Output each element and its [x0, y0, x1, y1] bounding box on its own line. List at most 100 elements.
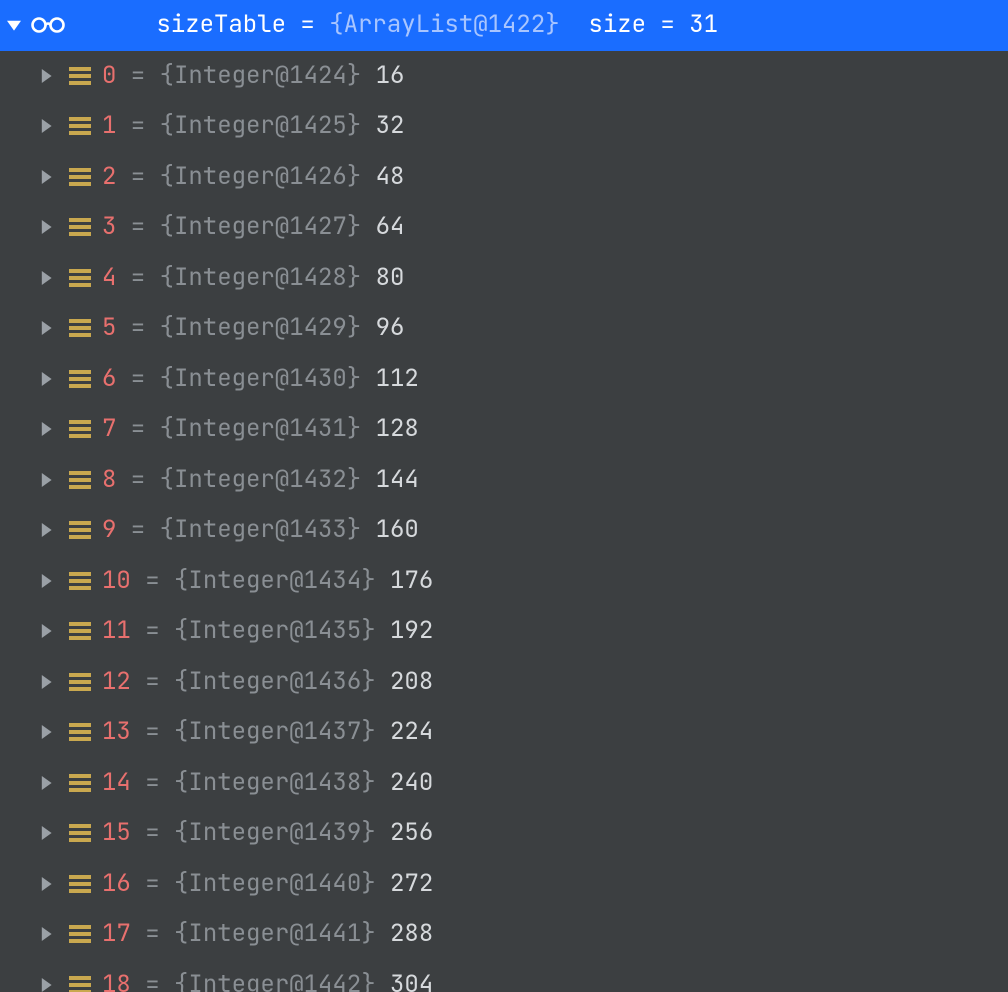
- equals-sign: =: [131, 969, 174, 992]
- list-item[interactable]: 11 = {Integer@1435} 192: [0, 606, 1008, 657]
- list-item[interactable]: 1 = {Integer@1425} 32: [0, 101, 1008, 152]
- variable-name: sizeTable = {ArrayList@1422} size = 31: [70, 0, 718, 61]
- element-type: {Integer@1435}: [174, 615, 376, 646]
- element-type: {Integer@1441}: [174, 918, 376, 949]
- list-item[interactable]: 13 = {Integer@1437} 224: [0, 707, 1008, 758]
- expand-toggle-icon[interactable]: [32, 523, 60, 537]
- element-index: 2: [102, 161, 116, 192]
- list-element-icon: [60, 269, 100, 287]
- element-type: {Integer@1431}: [160, 413, 362, 444]
- element-index: 17: [102, 918, 131, 949]
- equals-sign: =: [116, 464, 159, 495]
- expand-toggle-icon[interactable]: [32, 776, 60, 790]
- element-index: 9: [102, 514, 116, 545]
- expand-toggle-icon[interactable]: [32, 978, 60, 992]
- variable-value-text: 10 = {Integer@1434} 176: [102, 569, 433, 593]
- list-element-icon: [60, 723, 100, 741]
- list-element-icon: [60, 117, 100, 135]
- expand-toggle-icon[interactable]: [32, 119, 60, 133]
- glasses-icon: [28, 16, 68, 34]
- equals-sign: =: [116, 211, 159, 242]
- element-value: 80: [376, 262, 405, 293]
- list-element-icon: [60, 370, 100, 388]
- expand-toggle-icon[interactable]: [32, 725, 60, 739]
- list-element-icon: [60, 521, 100, 539]
- element-value: 48: [376, 161, 405, 192]
- expand-toggle-icon[interactable]: [32, 927, 60, 941]
- expand-toggle-icon[interactable]: [32, 69, 60, 83]
- variable-value-text: 0 = {Integer@1424} 16: [102, 64, 404, 88]
- element-type: {Integer@1436}: [174, 666, 376, 697]
- list-element-icon: [60, 420, 100, 438]
- list-item[interactable]: 5 = {Integer@1429} 96: [0, 303, 1008, 354]
- equals-sign: =: [131, 868, 174, 899]
- expand-toggle-icon[interactable]: [32, 220, 60, 234]
- expand-toggle-icon[interactable]: [32, 422, 60, 436]
- variable-root-row[interactable]: sizeTable = {ArrayList@1422} size = 31: [0, 0, 1008, 51]
- list-item[interactable]: 17 = {Integer@1441} 288: [0, 909, 1008, 960]
- expand-toggle-icon[interactable]: [32, 170, 60, 184]
- equals-sign: =: [116, 262, 159, 293]
- variable-value-text: 14 = {Integer@1438} 240: [102, 771, 433, 795]
- list-element-icon: [60, 774, 100, 792]
- expand-toggle-icon[interactable]: [32, 271, 60, 285]
- element-type: {Integer@1437}: [174, 716, 376, 747]
- variable-value-text: 1 = {Integer@1425} 32: [102, 114, 404, 138]
- debugger-variables-panel: sizeTable = {ArrayList@1422} size = 31 0…: [0, 0, 1008, 992]
- element-value: 192: [390, 615, 433, 646]
- element-value: 272: [390, 868, 433, 899]
- expand-toggle-icon[interactable]: [32, 675, 60, 689]
- list-item[interactable]: 8 = {Integer@1432} 144: [0, 455, 1008, 506]
- element-type: {Integer@1425}: [160, 110, 362, 141]
- expand-toggle-icon[interactable]: [32, 826, 60, 840]
- element-value: 240: [390, 767, 433, 798]
- expand-toggle-icon[interactable]: [32, 321, 60, 335]
- element-index: 8: [102, 464, 116, 495]
- list-item[interactable]: 18 = {Integer@1442} 304: [0, 960, 1008, 992]
- element-type: {Integer@1426}: [160, 161, 362, 192]
- expand-toggle-icon[interactable]: [32, 877, 60, 891]
- list-item[interactable]: 12 = {Integer@1436} 208: [0, 657, 1008, 708]
- element-type: {Integer@1434}: [174, 565, 376, 596]
- equals-sign: =: [116, 363, 159, 394]
- expand-toggle-icon[interactable]: [32, 372, 60, 386]
- expand-toggle-icon[interactable]: [32, 473, 60, 487]
- variable-value-text: 13 = {Integer@1437} 224: [102, 720, 433, 744]
- element-index: 5: [102, 312, 116, 343]
- list-item[interactable]: 15 = {Integer@1439} 256: [0, 808, 1008, 859]
- list-item[interactable]: 7 = {Integer@1431} 128: [0, 404, 1008, 455]
- element-type: {Integer@1424}: [160, 60, 362, 91]
- element-value: 224: [390, 716, 433, 747]
- list-item[interactable]: 2 = {Integer@1426} 48: [0, 152, 1008, 203]
- variable-value-text: 9 = {Integer@1433} 160: [102, 518, 419, 542]
- list-item[interactable]: 9 = {Integer@1433} 160: [0, 505, 1008, 556]
- expand-toggle-icon[interactable]: [32, 624, 60, 638]
- list-item[interactable]: 6 = {Integer@1430} 112: [0, 354, 1008, 405]
- element-type: {Integer@1439}: [174, 817, 376, 848]
- expand-toggle-icon[interactable]: [32, 574, 60, 588]
- list-element-icon: [60, 622, 100, 640]
- element-value: 112: [376, 363, 419, 394]
- element-value: 208: [390, 666, 433, 697]
- list-item[interactable]: 14 = {Integer@1438} 240: [0, 758, 1008, 809]
- element-index: 13: [102, 716, 131, 747]
- list-element-icon: [60, 218, 100, 236]
- element-type: {Integer@1429}: [160, 312, 362, 343]
- list-item[interactable]: 4 = {Integer@1428} 80: [0, 253, 1008, 304]
- element-index: 11: [102, 615, 131, 646]
- element-value: 288: [390, 918, 433, 949]
- equals-sign: =: [131, 615, 174, 646]
- element-index: 14: [102, 767, 131, 798]
- equals-sign: =: [131, 716, 174, 747]
- variable-value-text: 18 = {Integer@1442} 304: [102, 973, 433, 992]
- element-index: 12: [102, 666, 131, 697]
- list-item[interactable]: 16 = {Integer@1440} 272: [0, 859, 1008, 910]
- variable-value-text: 12 = {Integer@1436} 208: [102, 670, 433, 694]
- element-value: 16: [376, 60, 405, 91]
- list-item[interactable]: 10 = {Integer@1434} 176: [0, 556, 1008, 607]
- variable-value-text: 4 = {Integer@1428} 80: [102, 266, 404, 290]
- expand-toggle-icon[interactable]: [0, 18, 28, 32]
- element-index: 10: [102, 565, 131, 596]
- element-type: {Integer@1442}: [174, 969, 376, 992]
- list-item[interactable]: 3 = {Integer@1427} 64: [0, 202, 1008, 253]
